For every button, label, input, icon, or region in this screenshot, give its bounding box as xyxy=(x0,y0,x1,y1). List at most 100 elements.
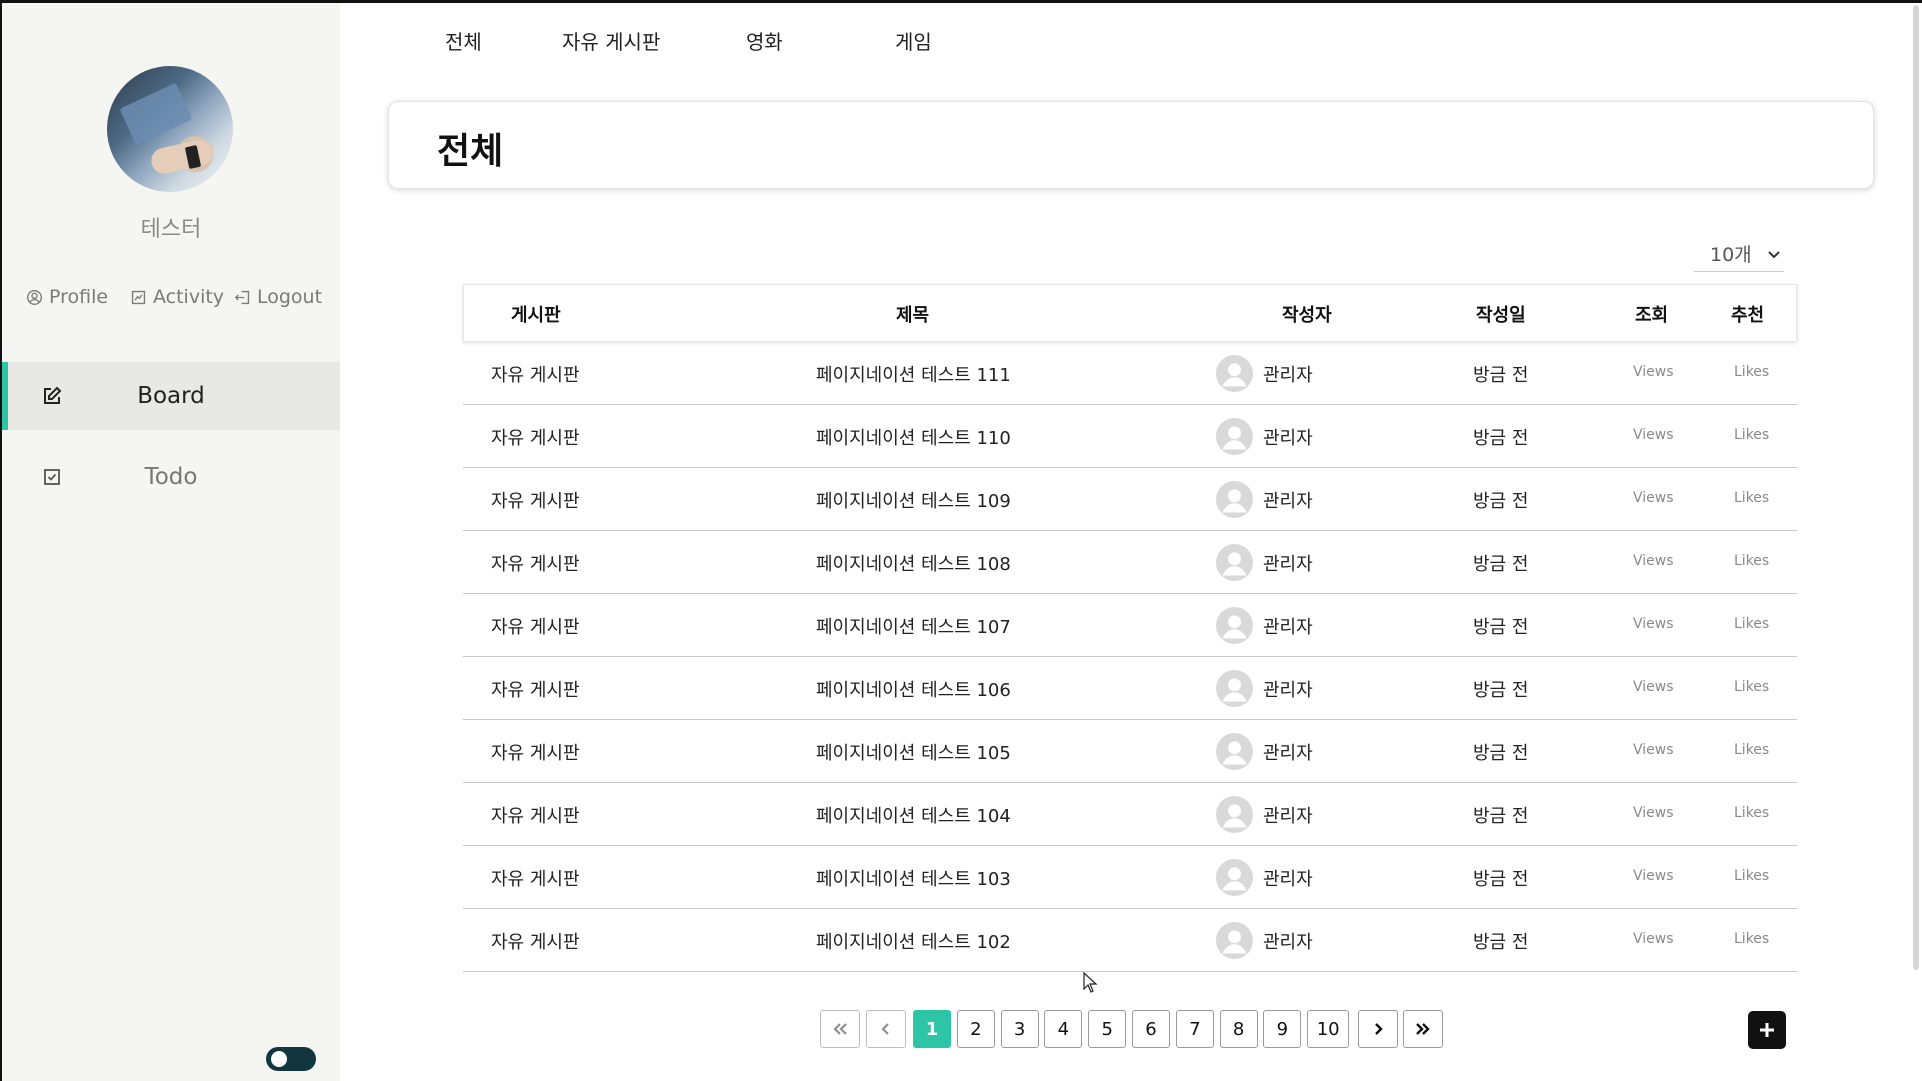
page-number-button[interactable]: 3 xyxy=(1000,1010,1039,1048)
cell-title[interactable]: 페이지네이션 테스트 106 xyxy=(816,676,1011,702)
page-number-button[interactable]: 1 xyxy=(913,1010,951,1048)
title-card: 전체 xyxy=(388,101,1874,189)
page-number-button[interactable]: 10 xyxy=(1307,1010,1350,1048)
activity-link-label: Activity xyxy=(153,286,225,308)
add-post-button[interactable] xyxy=(1748,1011,1786,1049)
post-table: 게시판 제목 작성자 작성일 조회 추천 자유 게시판 페이지네이션 테스트 11… xyxy=(463,284,1797,972)
page-title: 전체 xyxy=(437,131,504,172)
sidebar-item-label: Todo xyxy=(144,464,198,490)
cell-board: 자유 게시판 xyxy=(491,680,580,701)
cell-author: 관리자 xyxy=(1263,491,1313,512)
cell-date: 방금 전 xyxy=(1473,491,1529,512)
table-row[interactable]: 자유 게시판 페이지네이션 테스트 108 관리자 방금 전 Views Likes xyxy=(463,531,1797,594)
chevron-right-icon xyxy=(1375,1023,1383,1035)
table-row[interactable]: 자유 게시판 페이지네이션 테스트 102 관리자 방금 전 Views Likes xyxy=(463,909,1797,972)
cell-views: Views xyxy=(1633,931,1674,947)
table-row[interactable]: 자유 게시판 페이지네이션 테스트 106 관리자 방금 전 Views Likes xyxy=(463,657,1797,720)
column-header-likes: 추천 xyxy=(1731,305,1765,326)
cell-likes: Likes xyxy=(1734,868,1770,884)
logout-link[interactable]: Logout xyxy=(234,286,322,308)
cell-title[interactable]: 페이지네이션 테스트 108 xyxy=(816,550,1011,576)
cell-author: 관리자 xyxy=(1263,554,1313,575)
profile-link[interactable]: Profile xyxy=(26,286,108,308)
cell-likes: Likes xyxy=(1734,742,1770,758)
tab-all[interactable]: 전체 xyxy=(445,26,482,55)
table-row[interactable]: 자유 게시판 페이지네이션 테스트 105 관리자 방금 전 Views Likes xyxy=(463,720,1797,783)
cell-title[interactable]: 페이지네이션 테스트 110 xyxy=(816,424,1011,450)
sidebar-item-label: Board xyxy=(137,383,205,409)
cell-board: 자유 게시판 xyxy=(491,428,580,449)
cell-title[interactable]: 페이지네이션 테스트 103 xyxy=(816,865,1011,891)
cell-author: 관리자 xyxy=(1263,680,1313,701)
cell-board: 자유 게시판 xyxy=(491,932,580,953)
page-number-button[interactable]: 2 xyxy=(956,1010,995,1048)
logout-link-label: Logout xyxy=(257,286,323,308)
cell-views: Views xyxy=(1633,616,1674,632)
cell-board: 자유 게시판 xyxy=(491,869,580,890)
cell-date: 방금 전 xyxy=(1473,554,1529,575)
author-avatar-icon xyxy=(1216,544,1253,581)
activity-link[interactable]: Activity xyxy=(130,286,224,308)
author-avatar-icon xyxy=(1216,481,1253,518)
cell-board: 자유 게시판 xyxy=(491,617,580,638)
cell-date: 방금 전 xyxy=(1473,932,1529,953)
logout-icon xyxy=(234,290,250,304)
toggle-knob xyxy=(271,1051,287,1067)
cell-views: Views xyxy=(1633,679,1674,695)
page-number-button[interactable]: 8 xyxy=(1219,1010,1258,1048)
cell-title[interactable]: 페이지네이션 테스트 102 xyxy=(816,928,1011,954)
column-header-author: 작성자 xyxy=(1282,305,1332,326)
cell-author: 관리자 xyxy=(1263,365,1313,386)
next-page-button[interactable] xyxy=(1358,1010,1398,1048)
cell-title[interactable]: 페이지네이션 테스트 109 xyxy=(816,487,1011,513)
double-chevron-right-icon xyxy=(1416,1023,1430,1035)
page-number-button[interactable]: 7 xyxy=(1175,1010,1214,1048)
table-row[interactable]: 자유 게시판 페이지네이션 테스트 104 관리자 방금 전 Views Likes xyxy=(463,783,1797,846)
tab-movie[interactable]: 영화 xyxy=(746,26,783,55)
cell-author: 관리자 xyxy=(1263,932,1313,953)
chevron-down-icon xyxy=(1768,251,1780,259)
plus-icon xyxy=(1760,1023,1774,1037)
profile-avatar[interactable] xyxy=(107,66,233,192)
cell-title[interactable]: 페이지네이션 테스트 107 xyxy=(816,613,1011,639)
mouse-cursor-icon xyxy=(1083,972,1098,993)
table-row[interactable]: 자유 게시판 페이지네이션 테스트 103 관리자 방금 전 Views Likes xyxy=(463,846,1797,909)
table-row[interactable]: 자유 게시판 페이지네이션 테스트 110 관리자 방금 전 Views Likes xyxy=(463,405,1797,468)
table-row[interactable]: 자유 게시판 페이지네이션 테스트 107 관리자 방금 전 Views Likes xyxy=(463,594,1797,657)
cell-author: 관리자 xyxy=(1263,743,1313,764)
sidebar-item-todo[interactable]: Todo xyxy=(2,443,340,511)
theme-toggle[interactable] xyxy=(266,1047,316,1071)
author-avatar-icon xyxy=(1216,355,1253,392)
cell-title[interactable]: 페이지네이션 테스트 105 xyxy=(816,739,1011,765)
tab-free-board[interactable]: 자유 게시판 xyxy=(562,26,660,55)
table-row[interactable]: 자유 게시판 페이지네이션 테스트 111 관리자 방금 전 Views Likes xyxy=(463,342,1797,405)
page-number-button[interactable]: 4 xyxy=(1044,1010,1083,1048)
cell-board: 자유 게시판 xyxy=(491,491,580,512)
username: 테스터 xyxy=(140,217,202,242)
last-page-button[interactable] xyxy=(1403,1010,1443,1048)
cell-date: 방금 전 xyxy=(1473,365,1529,386)
sidebar-item-board[interactable]: Board xyxy=(2,362,340,430)
page-number-button[interactable]: 6 xyxy=(1132,1010,1170,1048)
user-circle-icon xyxy=(27,289,42,305)
table-row[interactable]: 자유 게시판 페이지네이션 테스트 109 관리자 방금 전 Views Likes xyxy=(463,468,1797,531)
cell-views: Views xyxy=(1633,364,1674,380)
cell-author: 관리자 xyxy=(1263,617,1313,638)
cell-author: 관리자 xyxy=(1263,428,1313,449)
cell-likes: Likes xyxy=(1734,616,1770,632)
first-page-button[interactable] xyxy=(820,1010,860,1048)
cell-title[interactable]: 페이지네이션 테스트 104 xyxy=(816,802,1011,828)
cell-date: 방금 전 xyxy=(1473,806,1529,827)
page-size-select[interactable]: 10개 xyxy=(1694,238,1784,272)
page-number-button[interactable]: 5 xyxy=(1088,1010,1127,1048)
cell-date: 방금 전 xyxy=(1473,617,1529,638)
chevron-left-icon xyxy=(881,1023,889,1035)
tab-game[interactable]: 게임 xyxy=(895,26,932,55)
cell-board: 자유 게시판 xyxy=(491,365,580,386)
cell-title[interactable]: 페이지네이션 테스트 111 xyxy=(816,361,1011,387)
scrollbar[interactable] xyxy=(1913,5,1919,970)
cell-likes: Likes xyxy=(1734,364,1770,380)
prev-page-button[interactable] xyxy=(866,1010,906,1048)
cell-views: Views xyxy=(1633,427,1674,443)
page-number-button[interactable]: 9 xyxy=(1263,1010,1302,1048)
